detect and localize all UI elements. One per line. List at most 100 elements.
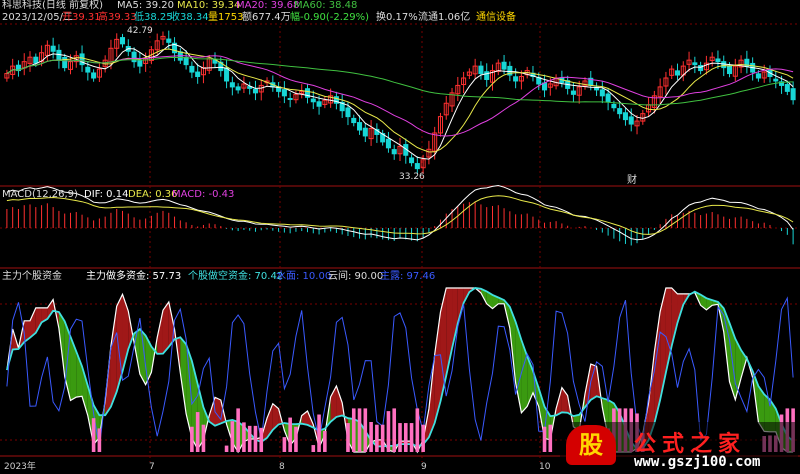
ma60-label: MA60: 38.48 xyxy=(294,0,358,11)
main-force-bar xyxy=(247,425,252,452)
main-force-bar xyxy=(346,423,350,452)
info-turnover: 换0.17% xyxy=(376,12,418,23)
main-force-bar xyxy=(195,412,200,452)
main-force-bar xyxy=(253,425,258,452)
main-force-bar xyxy=(259,427,264,452)
candle-down xyxy=(85,66,91,73)
main-force-bar xyxy=(288,417,292,452)
main-force-bar xyxy=(190,426,194,452)
candle-down xyxy=(605,93,611,103)
candle-down xyxy=(611,103,617,109)
main-force-bar xyxy=(236,408,240,452)
bull-fill-segment xyxy=(440,288,447,402)
ma5-label: MA5: 39.20 xyxy=(117,0,175,11)
candle-down xyxy=(310,98,316,103)
main-force-bar xyxy=(357,408,362,452)
candle-down xyxy=(513,76,519,82)
candle-down xyxy=(501,61,507,70)
candle-down xyxy=(628,116,634,125)
info-volume: 量1753 xyxy=(208,12,244,23)
main-force-bar xyxy=(421,424,425,452)
candle-down xyxy=(385,138,391,149)
main-force-bar xyxy=(91,418,96,452)
macd-dif: DIF: 0.14 xyxy=(84,189,129,200)
bear-fund: 个股做空资金: 70.42 xyxy=(188,271,284,282)
candle-down xyxy=(622,112,628,121)
price-pane[interactable] xyxy=(4,30,796,174)
candle-down xyxy=(137,60,143,67)
main-force-bar xyxy=(242,422,246,452)
info-high: 高39.33 xyxy=(98,12,137,23)
bear-fill-segment xyxy=(521,339,528,413)
candle-down xyxy=(692,62,698,66)
main-force-bar xyxy=(97,428,102,452)
candle-down xyxy=(235,86,241,91)
x-axis-year: 2023年 xyxy=(4,462,36,472)
info-open: 开39.31 xyxy=(62,12,101,23)
main-force-bar xyxy=(392,408,397,452)
candle-down xyxy=(570,90,576,95)
bull-fill-segment xyxy=(215,397,221,426)
candle-down xyxy=(281,89,287,97)
main-force-bar xyxy=(201,424,206,452)
indicator-title: 主力个股资金 xyxy=(2,271,62,282)
candle-down xyxy=(351,117,357,124)
candle-down xyxy=(484,71,490,80)
candle-down xyxy=(599,89,605,97)
candle-down xyxy=(674,70,681,76)
grid-lines xyxy=(0,23,800,462)
candle-down xyxy=(409,157,415,164)
cloud-level: 云间: 90.00 xyxy=(328,271,384,282)
watermark-url: www.gszj100.com xyxy=(634,454,761,470)
x-axis-month-7: 7 xyxy=(149,462,155,472)
candle-down xyxy=(617,108,623,115)
candle-down xyxy=(316,101,322,107)
candle-down xyxy=(91,72,97,79)
candle-down xyxy=(189,65,195,73)
candle-down xyxy=(166,38,172,43)
candle-down xyxy=(726,65,733,75)
candle-down xyxy=(478,65,484,75)
main-force-bar xyxy=(398,423,402,452)
main-force-bar xyxy=(323,430,327,452)
x-axis-month-8: 8 xyxy=(279,462,285,472)
high-annotation: 42.79 xyxy=(127,26,153,36)
candle-down xyxy=(287,98,293,101)
main-force-bar xyxy=(415,408,420,452)
main-force-bar xyxy=(548,424,553,452)
main-force-bar xyxy=(386,411,391,452)
ma20-label: MA20: 39.68 xyxy=(236,0,300,11)
info-change: 幅-0.90(-2.29%) xyxy=(290,12,370,23)
main-force-bar xyxy=(224,445,229,452)
financial-report-marker[interactable]: 财 xyxy=(627,175,637,187)
main-force: 主露: 97.46 xyxy=(380,271,436,282)
candle-down xyxy=(790,88,796,101)
candle-down xyxy=(50,45,56,52)
candle-down xyxy=(56,49,62,61)
info-close: 收38.34 xyxy=(170,12,209,23)
candle-down xyxy=(252,88,258,94)
main-force-bar xyxy=(311,445,316,452)
candle-down xyxy=(414,163,420,170)
bull-fund: 主力做多资金: 57.73 xyxy=(86,271,182,282)
x-axis-month-10: 10 xyxy=(539,462,551,472)
chart-canvas[interactable] xyxy=(0,0,800,474)
candle-down xyxy=(345,107,351,118)
bull-fill-segment xyxy=(590,364,597,400)
macd-dea: DEA: 0.36 xyxy=(128,189,178,200)
candle-down xyxy=(784,84,790,92)
ma10-line xyxy=(6,48,794,153)
info-float: 流通1.06亿 xyxy=(418,12,471,23)
ma60-line xyxy=(6,56,794,106)
main-force-bar xyxy=(294,426,298,452)
main-force-bar xyxy=(317,414,321,452)
main-force-bar xyxy=(230,421,235,452)
candle-down xyxy=(183,56,189,66)
candle-down xyxy=(229,82,235,88)
main-force-bar xyxy=(403,423,408,452)
main-force-bar xyxy=(351,408,356,452)
candle-down xyxy=(195,71,201,78)
ma10-label: MA10: 39.34 xyxy=(177,0,241,11)
main-force-bar xyxy=(282,437,287,452)
info-amount: 额677.4万 xyxy=(242,12,291,23)
